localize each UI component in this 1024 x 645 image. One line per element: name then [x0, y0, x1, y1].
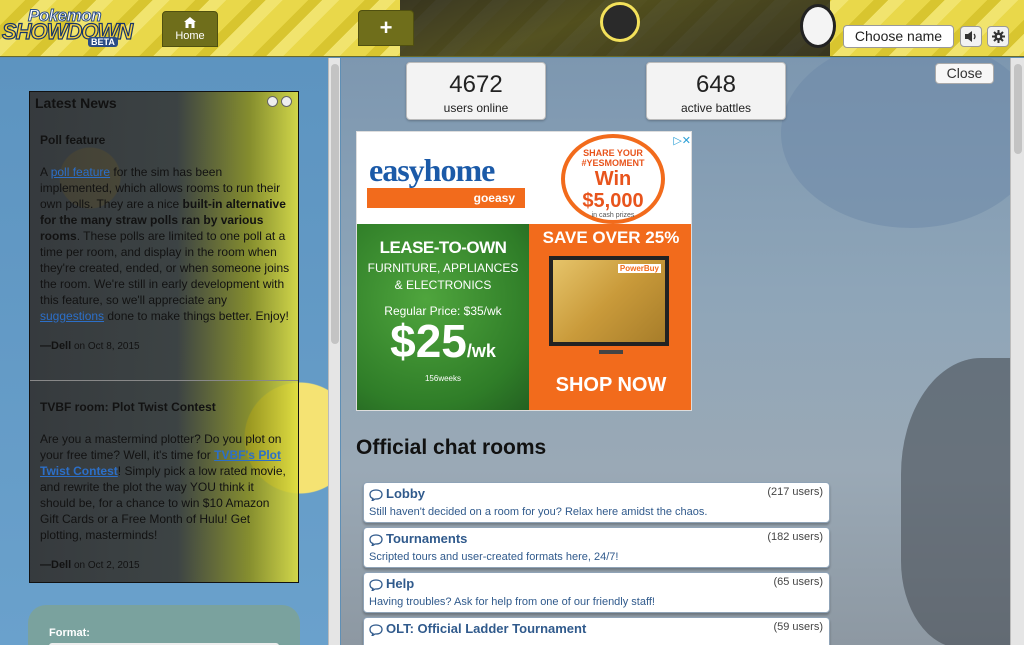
adchoices-icon[interactable]: ▷✕: [673, 134, 691, 147]
format-label: Format:: [49, 627, 90, 639]
active-battles-count: 648: [695, 71, 737, 98]
volume-icon: [965, 31, 976, 42]
tv-stand: [599, 350, 623, 354]
poll-feature-link[interactable]: poll feature: [51, 165, 110, 179]
advertisement[interactable]: easyhome goeasy SHARE YOUR #YESMOMENT Wi…: [356, 131, 692, 411]
room-name: OLT: Official Ladder Tournament: [386, 621, 587, 636]
ad-header: easyhome goeasy SHARE YOUR #YESMOMENT Wi…: [357, 132, 691, 224]
left-scrollbar[interactable]: [328, 58, 340, 645]
scrollbar-thumb[interactable]: [1014, 64, 1022, 154]
ad-sale-panel: SAVE OVER 25% PowerBuy SHOP NOW: [529, 224, 691, 410]
left-pane: Latest News Poll feature A poll feature …: [0, 58, 340, 645]
logo[interactable]: Pokemon SHOWDOWN BETA: [1, 6, 150, 50]
room-description: Scripted tours and user-created formats …: [369, 551, 619, 563]
chat-bubble-icon: [369, 534, 383, 546]
room-name: Help: [386, 576, 415, 591]
news-window-controls: [264, 96, 292, 110]
ad-lease-panel: LEASE-TO-OWN FURNITURE, APPLIANCES & ELE…: [357, 224, 529, 410]
room-description: Having troubles? Ask for help from one o…: [369, 596, 655, 608]
close-button[interactable]: Close: [935, 63, 994, 84]
article-byline: —Dell on Oct 8, 2015: [40, 340, 140, 352]
logo-beta-badge: BETA: [88, 37, 118, 47]
right-pane: 4672 users online 648 active battles Clo…: [341, 58, 1024, 645]
header: Pokemon SHOWDOWN BETA Home + Choose name: [0, 0, 1024, 57]
users-online-stat[interactable]: 4672 users online: [406, 62, 546, 120]
news-panel: Latest News Poll feature A poll feature …: [29, 91, 299, 583]
choose-name-button[interactable]: Choose name: [843, 25, 954, 48]
room-help[interactable]: Help (65 users) Having troubles? Ask for…: [363, 572, 830, 613]
news-article: TVBF room: Plot Twist Contest Are you a …: [40, 399, 290, 574]
article-body: A poll feature for the sim has been impl…: [40, 165, 290, 323]
scrollbar-thumb[interactable]: [331, 64, 339, 344]
article-title: TVBF room: Plot Twist Contest: [40, 400, 216, 414]
ad-shop-now[interactable]: SHOP NOW: [529, 374, 691, 397]
close-icon[interactable]: [281, 96, 292, 107]
pokemon-art: [800, 4, 836, 48]
article-title: Poll feature: [40, 133, 106, 147]
rooms-title: Official chat rooms: [356, 436, 547, 459]
room-lobby[interactable]: Lobby (217 users) Still haven't decided …: [363, 482, 830, 523]
ad-brand: easyhome: [369, 152, 495, 188]
tab-home-label: Home: [175, 30, 205, 42]
article-body: Are you a mastermind plotter? Do you plo…: [40, 432, 286, 542]
right-scrollbar[interactable]: [1010, 58, 1024, 645]
ad-tagline: goeasy: [367, 188, 525, 208]
room-name: Lobby: [386, 486, 425, 501]
home-icon: [184, 17, 196, 28]
minimize-icon[interactable]: [267, 96, 278, 107]
active-battles-stat[interactable]: 648 active battles: [646, 62, 786, 120]
news-article: Poll feature A poll feature for the sim …: [40, 132, 290, 355]
background-art: [901, 358, 1024, 645]
news-title: Latest News: [35, 95, 117, 111]
users-online-count: 4672: [449, 71, 503, 98]
room-user-count: (59 users): [773, 621, 823, 633]
chat-bubble-icon: [369, 624, 383, 636]
room-description: Still haven't decided on a room for you?…: [369, 506, 708, 518]
suggestions-link[interactable]: suggestions: [40, 309, 104, 323]
tv-image: PowerBuy: [549, 256, 669, 346]
pokemon-art: [600, 2, 640, 42]
chat-bubble-icon: [369, 579, 383, 591]
room-user-count: (182 users): [767, 531, 823, 543]
ad-promo-badge: SHARE YOUR #YESMOMENT Win $5,000 in cash…: [561, 134, 665, 224]
sound-button[interactable]: [960, 26, 982, 47]
gear-icon: [991, 30, 1005, 43]
article-byline: —Dell on Oct 2, 2015: [40, 559, 140, 571]
room-user-count: (65 users): [773, 576, 823, 588]
room-user-count: (217 users): [767, 486, 823, 498]
battle-format-box: Format:: [28, 605, 300, 645]
news-divider: [30, 380, 298, 381]
users-online-label: users online: [443, 101, 509, 115]
active-battles-label: active battles: [680, 101, 752, 115]
chat-bubble-icon: [369, 489, 383, 501]
new-tab-button[interactable]: +: [358, 10, 414, 46]
room-tournaments[interactable]: Tournaments (182 users) Scripted tours a…: [363, 527, 830, 568]
options-button[interactable]: [987, 26, 1009, 47]
tab-home[interactable]: Home: [162, 11, 218, 47]
room-olt[interactable]: OLT: Official Ladder Tournament (59 user…: [363, 617, 830, 645]
room-name: Tournaments: [386, 531, 468, 546]
